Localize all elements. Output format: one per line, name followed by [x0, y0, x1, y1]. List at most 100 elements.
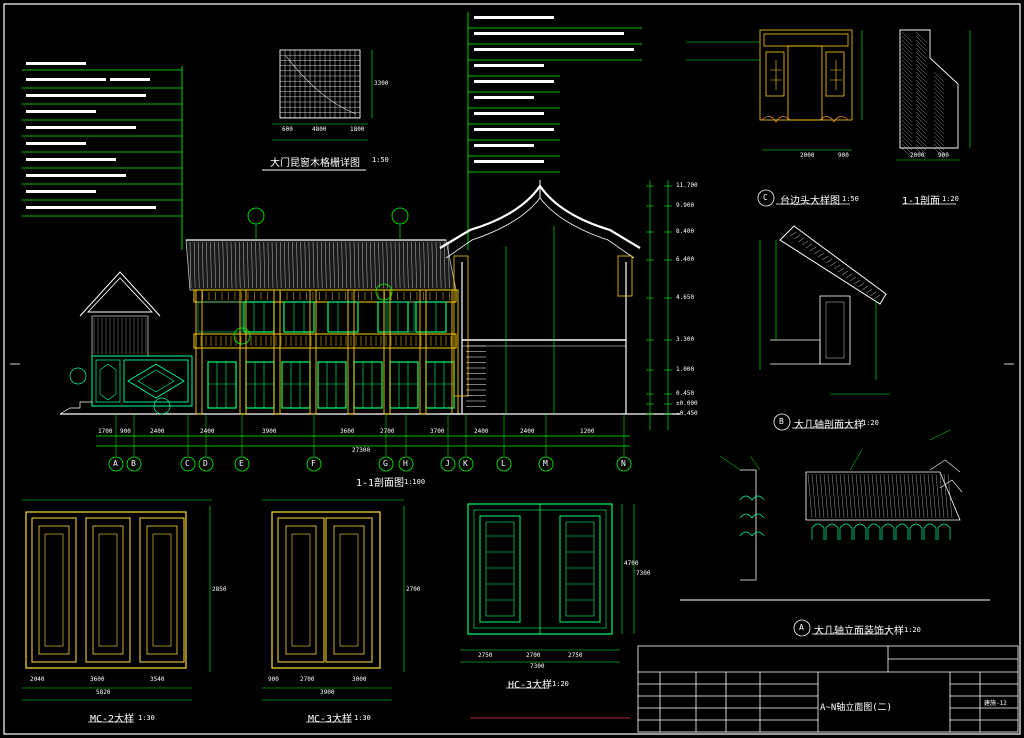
column-4 [347, 289, 355, 415]
section-dimension-0: 1700 [98, 428, 113, 435]
mc2-inner-2 [146, 525, 178, 655]
column-2 [273, 289, 281, 415]
axis-label-H: H [403, 459, 408, 468]
lower-opening-1 [245, 361, 275, 409]
main-elevation [59, 207, 460, 415]
side-bracket-2 [739, 531, 765, 537]
mc3-inner-0 [285, 525, 317, 655]
hc3-dimension-0: 2750 [478, 652, 493, 659]
detail-c-circle-label: C [763, 193, 768, 202]
detail-a-circle-label: A [799, 623, 804, 632]
axis-label-B: B [131, 459, 136, 468]
lattice-height-dimension: 3300 [374, 80, 389, 87]
detail-c-scale: 1:50 [842, 195, 859, 203]
mc2-dimension-1: 3600 [90, 676, 105, 683]
mc3-leaf-1 [325, 517, 373, 663]
axis-label-M: M [543, 459, 548, 468]
eave-bracket-5 [881, 523, 895, 540]
axis-label-C: C [185, 459, 190, 468]
elevation-mark-2: 8.400 [676, 228, 695, 235]
lower-opening-0 [207, 361, 237, 409]
elevation-mark-9: -0.450 [676, 410, 698, 417]
column-1 [239, 289, 247, 415]
axis-label-F: F [311, 459, 316, 468]
mc3-leaf-0 [277, 517, 325, 663]
mc3-inner-1 [333, 525, 365, 655]
hc3-total-dimension: 7300 [530, 663, 545, 670]
mc2-height-dimension: 2850 [212, 586, 227, 593]
section-dimension-10: 1200 [580, 428, 595, 435]
lattice-detail-scale: 1:50 [372, 156, 389, 164]
mc3-height-dimension: 2700 [406, 586, 421, 593]
section-dimension-6: 2700 [380, 428, 395, 435]
lattice-detail [262, 49, 373, 171]
section-dimension-7: 3700 [430, 428, 445, 435]
wall-section-title: 1-1剖面 [902, 196, 941, 207]
lower-opening-2 [281, 361, 311, 409]
door-mc3-title: MC-3大样 [308, 714, 353, 725]
cross-section [439, 180, 680, 430]
mc2-inner-0 [38, 525, 70, 655]
detail-a [680, 429, 990, 637]
eave-bracket-7 [909, 523, 923, 540]
section-dimension-2: 2400 [150, 428, 165, 435]
detail-a-scale: 1:20 [904, 626, 921, 634]
section-dimension-5: 3600 [340, 428, 355, 435]
lattice-dimension-0: 600 [282, 126, 293, 133]
axis-label-L: L [501, 459, 506, 468]
column-3 [309, 289, 317, 415]
title-block [637, 645, 1019, 733]
side-bracket-1 [739, 513, 765, 519]
door-mc3-scale: 1:30 [354, 714, 371, 722]
detail-b-circle-label: B [779, 417, 784, 426]
detail-a-title: 大几轴立面装饰大样 [814, 626, 904, 637]
column-6 [419, 289, 427, 415]
section-dimension-9: 2400 [520, 428, 535, 435]
section-1-1-title: 1-1剖面图 [356, 478, 405, 489]
mc2-inner-1 [92, 525, 124, 655]
detail-b [759, 225, 890, 431]
column-5 [383, 289, 391, 415]
lower-opening-4 [353, 361, 383, 409]
upper-window-4 [415, 301, 447, 333]
elevation-mark-8: ±0.000 [676, 400, 698, 407]
lattice-dimension-1: 4800 [312, 126, 327, 133]
window-hc3-title: HC-3大样 [508, 680, 553, 691]
door-mc2-title: MC-2大样 [90, 714, 135, 725]
hc3-dimension-1: 2700 [526, 652, 541, 659]
upper-window-3 [377, 301, 409, 333]
eave-bracket-0 [811, 523, 825, 540]
lattice-dimension-2: 1800 [350, 126, 365, 133]
detail-b-title: 大几轴剖面大样 [794, 420, 864, 431]
detail-a-leader-2 [849, 449, 863, 471]
upper-window-0 [243, 301, 275, 333]
elevation-mark-0: 11.700 [676, 182, 698, 189]
window-hc3 [460, 503, 635, 689]
axis-label-A: A [113, 459, 118, 468]
axis-label-N: N [621, 459, 626, 468]
eave-bracket-3 [853, 523, 867, 540]
upper-wall-panel-0 [197, 301, 243, 333]
detail-c-dimension-1: 900 [838, 152, 849, 159]
hc3-dimension-2: 2750 [568, 652, 583, 659]
section-dimension-1: 900 [120, 428, 131, 435]
right-notes-text [474, 16, 634, 163]
lower-opening-5 [389, 361, 419, 409]
detail-c-dimension-2: 2000 [910, 152, 925, 159]
lower-opening-3 [317, 361, 347, 409]
wall-section [896, 29, 971, 205]
window-hc3-scale: 1:20 [552, 680, 569, 688]
eave-bracket-2 [839, 523, 853, 540]
elevation-mark-1: 9.900 [676, 202, 695, 209]
mc3-dimension-0: 900 [268, 676, 279, 683]
column-0 [195, 289, 203, 415]
detail-c-title: 台边头大样图 [780, 196, 840, 207]
mc2-dimension-0: 2040 [30, 676, 45, 683]
elevation-mark-3: 6.400 [676, 256, 695, 263]
section-1-1-scale: 1:100 [404, 478, 426, 486]
axis-label-G: G [383, 459, 388, 468]
title-block-drawing-name: A~N轴立面图(二) [820, 703, 893, 713]
section-total-dimension: 27300 [352, 447, 371, 454]
hc3-height-dimension-1: 7300 [636, 570, 651, 577]
section-dimension-4: 3900 [262, 428, 277, 435]
